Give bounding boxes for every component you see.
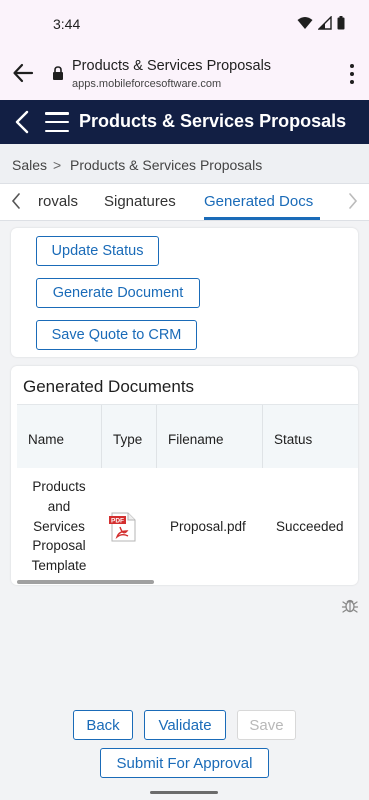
back-arrow-icon[interactable] [12, 62, 34, 84]
battery-icon [337, 16, 345, 30]
breadcrumb-current: Products & Services Proposals [70, 157, 263, 173]
back-button[interactable]: Back [73, 710, 133, 740]
wifi-icon [297, 17, 313, 29]
name-line: and [47, 498, 71, 514]
tab-bar: rovals Signatures Generated Docs [0, 184, 369, 221]
status-icons [297, 16, 345, 30]
cell-document-name: Products and Services Proposal Template [17, 477, 101, 576]
lock-icon [53, 66, 63, 80]
name-line: Services [33, 518, 85, 534]
breadcrumb-separator: > [53, 157, 62, 173]
home-indicator[interactable] [150, 791, 218, 794]
name-line: Template [31, 558, 87, 574]
hamburger-menu-icon[interactable] [45, 112, 69, 132]
system-status-bar: 3:44 [0, 0, 369, 48]
save-quote-to-crm-button[interactable]: Save Quote to CRM [36, 320, 197, 350]
more-options-icon[interactable] [349, 64, 355, 84]
app-header: Products & Services Proposals [0, 100, 369, 144]
status-time: 3:44 [53, 16, 81, 32]
bug-icon[interactable] [341, 596, 359, 614]
breadcrumb: Sales > Products & Services Proposals [0, 144, 369, 184]
tab-scroll-left-icon[interactable] [11, 193, 21, 209]
table-header: Name Type Filename Status [17, 404, 358, 469]
column-header-status[interactable]: Status [274, 432, 312, 447]
breadcrumb-sales[interactable]: Sales [12, 157, 47, 173]
column-header-type[interactable]: Type [113, 432, 142, 447]
actions-card: Update Status Generate Document Save Quo… [11, 228, 358, 357]
cell-filename[interactable]: Proposal.pdf [170, 519, 246, 534]
submit-for-approval-button[interactable]: Submit For Approval [100, 748, 269, 778]
generate-document-button[interactable]: Generate Document [36, 278, 200, 308]
app-title: Products & Services Proposals [79, 111, 347, 131]
column-divider [262, 405, 263, 469]
svg-text:PDF: PDF [111, 518, 124, 525]
tab-scroll-right-icon[interactable] [348, 193, 358, 209]
cell-status: Succeeded [276, 519, 344, 534]
chevron-left-icon[interactable] [14, 110, 30, 134]
generated-documents-card: Generated Documents Name Type Filename S… [11, 366, 358, 585]
column-divider [101, 405, 102, 469]
tab-approvals[interactable]: rovals [38, 193, 78, 210]
pdf-file-icon[interactable]: PDF [108, 512, 138, 542]
save-button[interactable]: Save [237, 710, 296, 740]
column-divider [156, 405, 157, 469]
tab-generated-docs[interactable]: Generated Docs [204, 193, 313, 210]
update-status-button[interactable]: Update Status [36, 236, 159, 266]
validate-button[interactable]: Validate [144, 710, 226, 740]
browser-domain[interactable]: apps.mobileforcesoftware.com [72, 78, 221, 90]
browser-url-bar: Products & Services Proposals apps.mobil… [0, 48, 369, 100]
signal-icon [318, 16, 332, 30]
column-header-filename[interactable]: Filename [168, 432, 224, 447]
column-header-name[interactable]: Name [28, 432, 64, 447]
generated-documents-title: Generated Documents [23, 377, 195, 396]
horizontal-scrollbar[interactable] [17, 580, 154, 584]
active-tab-indicator [204, 217, 320, 220]
browser-page-title[interactable]: Products & Services Proposals [72, 58, 271, 74]
name-line: Products [32, 479, 86, 494]
table-row[interactable]: Products and Services Proposal Template … [17, 468, 358, 580]
name-line: Proposal [32, 538, 86, 554]
tab-signatures[interactable]: Signatures [104, 193, 176, 210]
